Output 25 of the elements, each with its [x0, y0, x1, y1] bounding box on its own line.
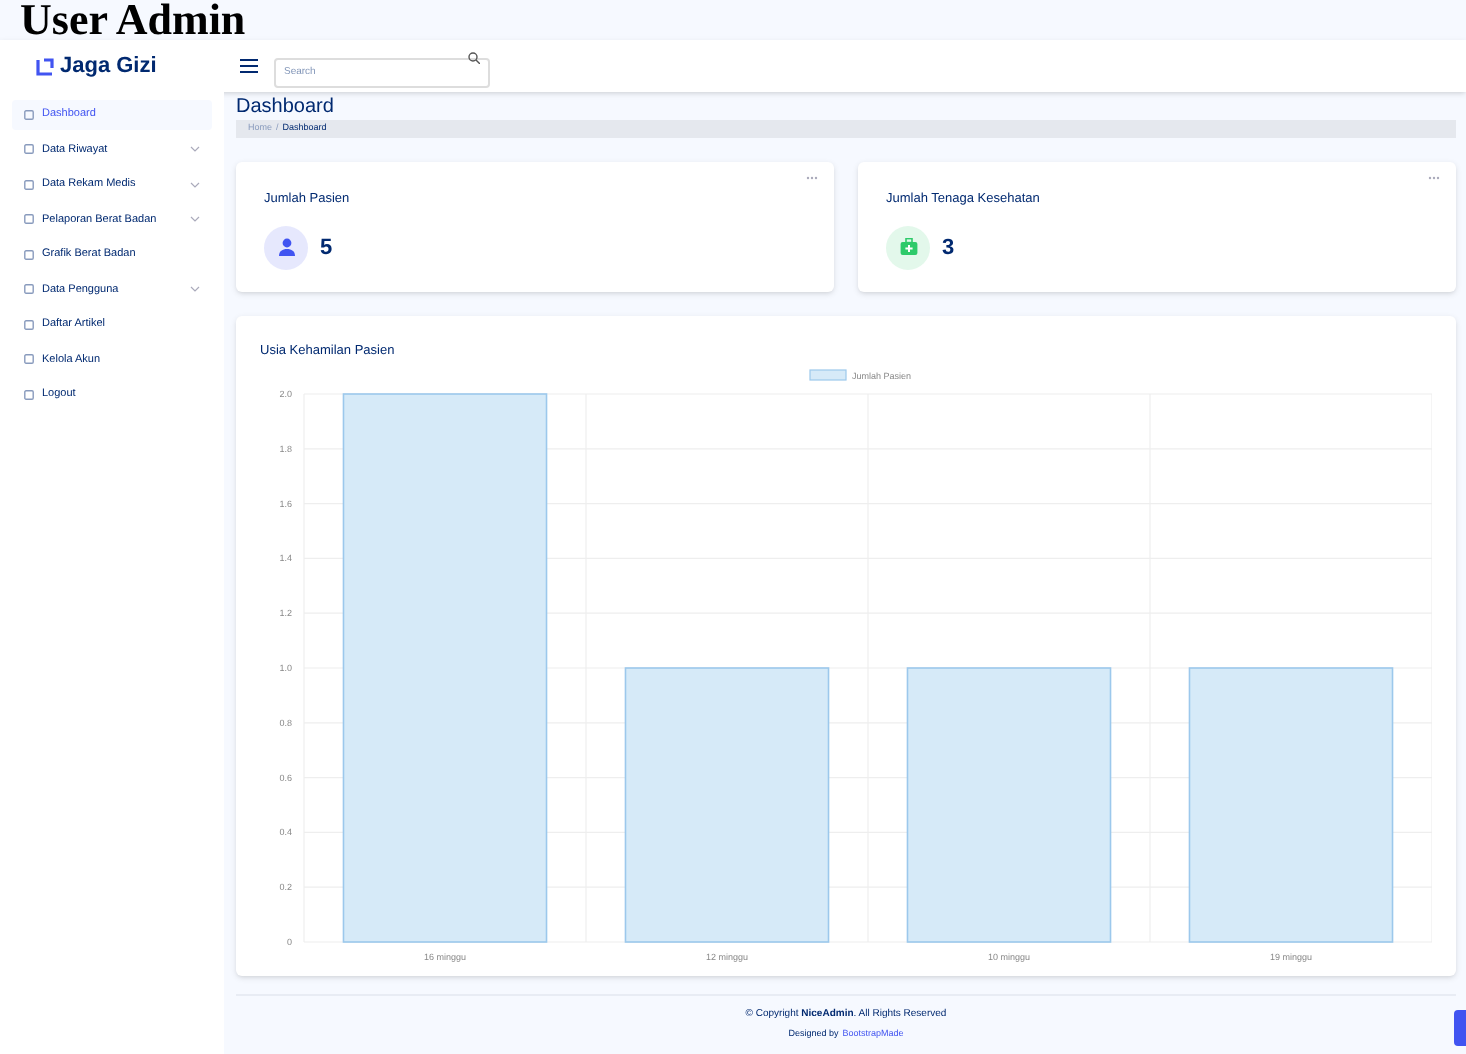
menu-item-icon	[24, 389, 34, 400]
chevron-icon	[190, 181, 200, 188]
menu-item-icon	[24, 249, 34, 260]
search-icon[interactable]	[468, 51, 480, 63]
medical-kit-icon	[899, 238, 917, 257]
menu-item-icon	[24, 214, 34, 225]
person-icon	[277, 238, 295, 257]
menu-item-icon	[24, 109, 34, 120]
brand-name[interactable]: Jaga Gizi	[60, 49, 157, 83]
menu-item-icon	[24, 354, 34, 365]
chevron-icon	[190, 146, 200, 153]
menu-item-icon	[24, 284, 34, 295]
card-value: 5	[320, 233, 333, 263]
legend-swatch	[809, 368, 847, 381]
chevron-icon	[190, 216, 200, 223]
back-to-top-button[interactable]	[1454, 1010, 1466, 1046]
document-heading: User Admin	[20, 0, 246, 40]
menu-item-icon	[24, 144, 34, 155]
chevron-icon	[190, 286, 200, 293]
menu-item-icon	[24, 319, 34, 330]
page-title: Dashboard	[236, 96, 336, 120]
menu-icon[interactable]	[240, 58, 258, 74]
logo-icon	[36, 57, 54, 75]
card-value: 3	[942, 233, 955, 263]
menu-item-icon	[24, 179, 34, 190]
